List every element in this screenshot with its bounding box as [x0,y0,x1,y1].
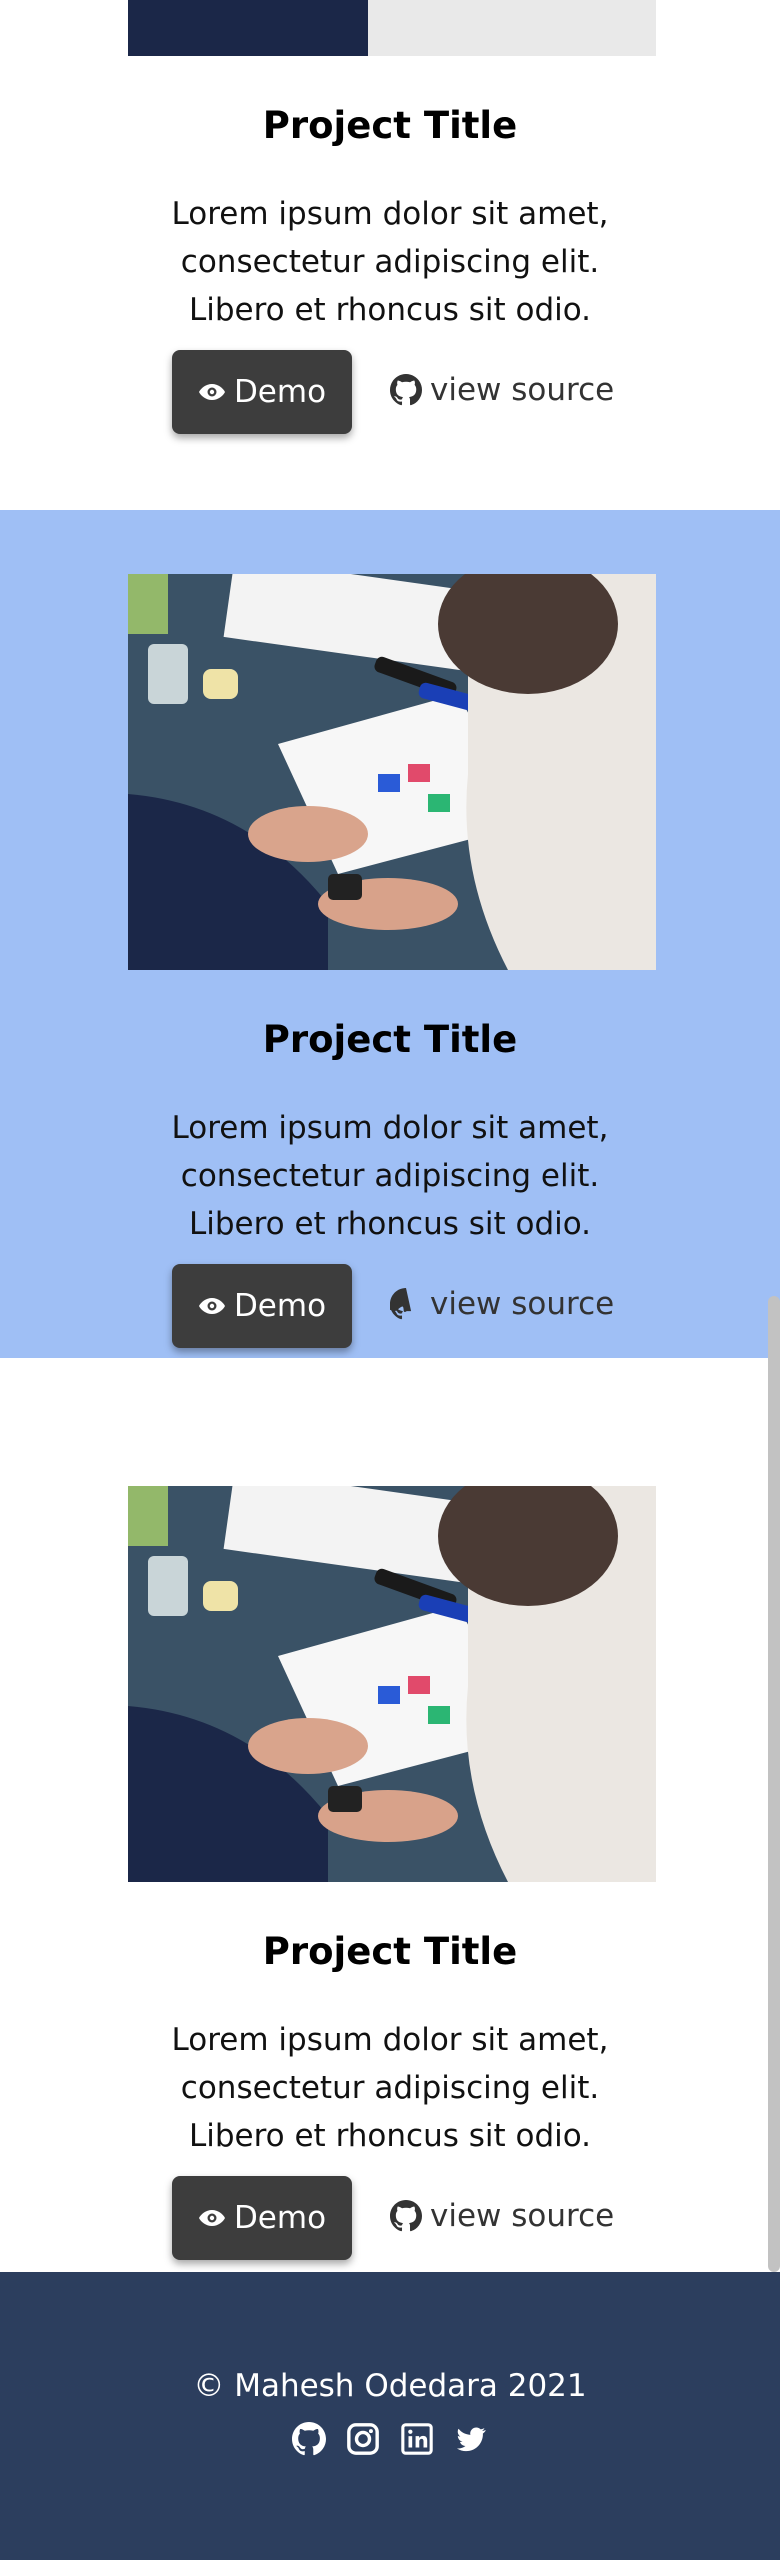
view-source-link[interactable]: view source [390,1262,614,1346]
project-image [128,574,656,970]
github-icon [390,2200,422,2232]
project-card-1: Project Title Lorem ipsum dolor sit amet… [0,0,780,510]
eye-icon [198,1296,226,1316]
twitter-icon[interactable] [454,2422,488,2456]
eye-icon [198,382,226,402]
view-source-link[interactable]: view source [390,348,614,432]
project-description: Lorem ipsum dolor sit amet, consectetur … [171,2022,609,2154]
copyright-text: © Mahesh Odedara 2021 [193,2368,587,2404]
github-icon [390,1288,422,1320]
linkedin-icon[interactable] [400,2422,434,2456]
view-source-label: view source [430,372,615,408]
eye-icon [198,2208,226,2228]
demo-button[interactable]: Demo [172,350,352,434]
footer: © Mahesh Odedara 2021 [0,2272,780,2560]
project-title: Project Title [262,104,518,147]
instagram-icon[interactable] [346,2422,380,2456]
project-title: Project Title [262,1018,518,1061]
project-title: Project Title [262,1930,518,1973]
project-image [128,0,656,56]
demo-button-label: Demo [233,374,327,410]
project-image [128,1486,656,1882]
project-description: Lorem ipsum dolor sit amet, consectetur … [171,1110,609,1242]
demo-button-label: Demo [233,1288,327,1324]
social-links [0,2422,780,2456]
scrollbar-thumb[interactable] [768,1296,780,2272]
project-card-2: Project Title Lorem ipsum dolor sit amet… [0,510,780,1358]
project-card-3: Project Title Lorem ipsum dolor sit amet… [0,1358,780,2272]
github-icon [390,374,422,406]
demo-button[interactable]: Demo [172,1264,352,1348]
github-icon[interactable] [292,2422,326,2456]
demo-button-label: Demo [233,2200,327,2236]
view-source-label: view source [430,2198,615,2234]
view-source-link[interactable]: view source [390,2174,614,2258]
demo-button[interactable]: Demo [172,2176,352,2260]
project-description: Lorem ipsum dolor sit amet, consectetur … [171,196,609,328]
view-source-label: view source [430,1286,615,1322]
